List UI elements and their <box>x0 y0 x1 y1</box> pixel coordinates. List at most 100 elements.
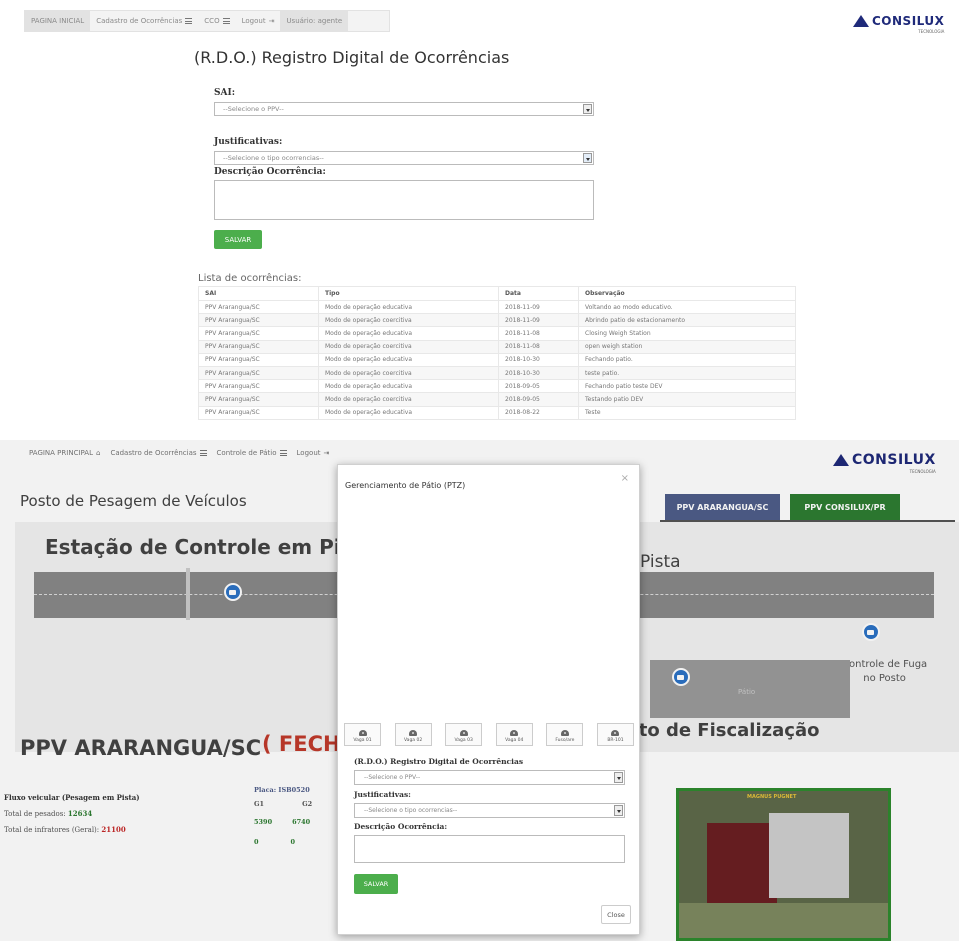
descricao-textarea[interactable] <box>354 835 625 863</box>
cell-observacao: Teste <box>578 405 796 420</box>
list-icon <box>185 18 193 24</box>
nav-user[interactable]: Usuário: agente <box>280 11 349 31</box>
justificativas-select[interactable]: --Selecione o tipo ocorrencias-- <box>214 151 594 165</box>
sai-select[interactable]: --Selecione o PPV-- <box>214 102 594 116</box>
save-button[interactable]: SALVAR <box>214 230 262 249</box>
camera-label: Vaga 03 <box>454 738 473 743</box>
nav-logout[interactable]: Logout ⇥ <box>236 17 281 25</box>
rdo-page: PAGINA INICIAL Cadastro de Ocorrências C… <box>0 0 959 445</box>
cell-tipo: Modo de operação educativa <box>318 326 499 341</box>
camera-button-vaga-02[interactable]: Vaga 02 <box>394 723 432 746</box>
cell-sai: PPV Ararangua/SC <box>198 326 319 341</box>
table-row: PPV Ararangua/SC Modo de operação educati… <box>198 405 796 420</box>
modal-title: Gerenciamento de Pátio (PTZ) <box>345 481 466 490</box>
close-button[interactable]: Close <box>601 905 631 924</box>
cell-sai: PPV Ararangua/SC <box>198 405 319 420</box>
cell-tipo: Modo de operação coercitiva <box>318 339 499 354</box>
justificativas-label: Justificativas: <box>354 790 411 799</box>
cell-data: 2018-11-09 <box>498 313 579 328</box>
camera-icon <box>510 730 519 736</box>
nav-cadastro-label: Cadastro de Ocorrências <box>96 17 183 25</box>
justificativas-select[interactable]: --Selecione o tipo ocorrencias-- <box>354 803 625 818</box>
table-row: PPV Ararangua/SC Modo de operação educati… <box>198 326 796 341</box>
cell-tipo: Modo de operação coercitiva <box>318 313 499 328</box>
cell-observacao: Testando patio DEV <box>578 392 796 407</box>
cell-tipo: Modo de operação educativa <box>318 379 499 394</box>
save-button[interactable]: SALVAR <box>354 874 398 894</box>
col-tipo: Tipo <box>318 286 499 301</box>
cell-tipo: Modo de operação educativa <box>318 352 499 367</box>
table-row: PPV Ararangua/SC Modo de operação educati… <box>198 299 796 315</box>
col-sai: SAI <box>198 286 319 301</box>
patio-modal: Gerenciamento de Pátio (PTZ) × Vaga 01 V… <box>337 464 640 935</box>
cell-data: 2018-10-30 <box>498 352 579 367</box>
cell-data: 2018-11-08 <box>498 339 579 354</box>
cell-observacao: Abrindo patio de estacionamento <box>578 313 796 328</box>
nav-logout-label: Logout <box>241 17 266 25</box>
cell-data: 2018-11-08 <box>498 326 579 341</box>
nav-user-label: Usuário: agente <box>286 17 343 25</box>
cell-sai: PPV Ararangua/SC <box>198 299 319 315</box>
camera-label: BR-101 <box>607 738 624 743</box>
dashboard-page: PAGINA PRINCIPAL ⌂ Cadastro de Ocorrência… <box>0 440 959 941</box>
camera-icon <box>358 730 367 736</box>
logo-tagline: TECNOLOGIA <box>918 29 945 34</box>
nav-home[interactable]: PAGINA INICIAL <box>25 11 91 31</box>
top-navbar: PAGINA INICIAL Cadastro de Ocorrências C… <box>24 10 390 32</box>
camera-label: Vaga 02 <box>403 738 423 743</box>
cell-sai: PPV Ararangua/SC <box>198 352 319 367</box>
camera-icon <box>409 730 418 736</box>
cell-data: 2018-10-30 <box>498 365 579 381</box>
table-row: PPV Ararangua/SC Modo de operação educati… <box>198 352 796 367</box>
cell-sai: PPV Ararangua/SC <box>198 365 319 381</box>
cell-sai: PPV Ararangua/SC <box>198 392 319 407</box>
cell-tipo: Modo de operação coercitiva <box>318 365 499 381</box>
camera-icon <box>560 730 569 736</box>
cell-observacao: Fechando patio teste DEV <box>578 379 796 394</box>
cell-data: 2018-08-22 <box>498 405 579 420</box>
descricao-label: Descrição Ocorrência: <box>354 822 448 831</box>
cell-data: 2018-09-05 <box>498 379 579 394</box>
camera-button-vaga-03[interactable]: Vaga 03 <box>445 723 483 746</box>
close-icon[interactable]: × <box>621 473 629 484</box>
sai-select-value: --Selecione o PPV-- <box>364 774 421 781</box>
camera-button-vaga-01[interactable]: Vaga 01 <box>344 723 381 746</box>
camera-button-br101[interactable]: BR-101 <box>596 723 634 746</box>
camera-icon <box>611 730 620 736</box>
camera-label: Vaga 01 <box>353 738 372 743</box>
cell-tipo: Modo de operação educativa <box>318 405 499 420</box>
cell-data: 2018-11-09 <box>498 299 579 315</box>
cell-tipo: Modo de operação educativa <box>318 299 499 315</box>
sai-label: SAI: <box>214 88 236 98</box>
nav-cco-label: CCO <box>204 17 220 25</box>
chevron-down-icon <box>614 805 623 816</box>
cell-observacao: open weigh station <box>578 339 796 354</box>
table-row: PPV Ararangua/SC Modo de operação coercit… <box>198 339 796 354</box>
camera-button-fuso[interactable]: Fuso/are <box>546 723 584 746</box>
consilux-logo-icon <box>853 15 869 27</box>
chevron-down-icon <box>614 772 623 783</box>
list-icon <box>222 18 230 24</box>
cell-data: 2018-09-05 <box>498 392 579 407</box>
list-title: Lista de ocorrências: <box>198 273 302 284</box>
justificativas-select-value: --Selecione o tipo ocorrencias-- <box>364 807 458 814</box>
camera-button-vaga-04[interactable]: Vaga 04 <box>495 723 533 746</box>
descricao-textarea[interactable] <box>214 180 594 220</box>
sai-select[interactable]: --Selecione o PPV-- <box>354 770 625 785</box>
page-title: (R.D.O.) Registro Digital de Ocorrências <box>194 48 510 67</box>
camera-buttons: Vaga 01 Vaga 02 Vaga 03 Vaga 04 Fuso/are… <box>344 723 634 746</box>
col-observacao: Observação <box>578 286 796 301</box>
cell-observacao: Closing Weigh Station <box>578 326 796 341</box>
consilux-logo: CONSILUX TECNOLOGIA <box>853 14 944 34</box>
camera-label: Vaga 04 <box>505 738 524 743</box>
occurrences-table: SAI Tipo Data Observação PPV Ararangua/S… <box>198 286 796 420</box>
cell-observacao: Voltando ao modo educativo. <box>578 299 796 315</box>
table-header-row: SAI Tipo Data Observação <box>198 286 796 301</box>
table-row: PPV Ararangua/SC Modo de operação coercit… <box>198 365 796 381</box>
camera-icon <box>459 730 468 736</box>
nav-cco[interactable]: CCO <box>198 17 235 25</box>
camera-label: Fuso/are <box>555 738 575 743</box>
chevron-down-icon <box>583 153 592 163</box>
nav-cadastro[interactable]: Cadastro de Ocorrências <box>90 17 198 25</box>
rdo-title: (R.D.O.) Registro Digital de Ocorrências <box>354 757 524 766</box>
